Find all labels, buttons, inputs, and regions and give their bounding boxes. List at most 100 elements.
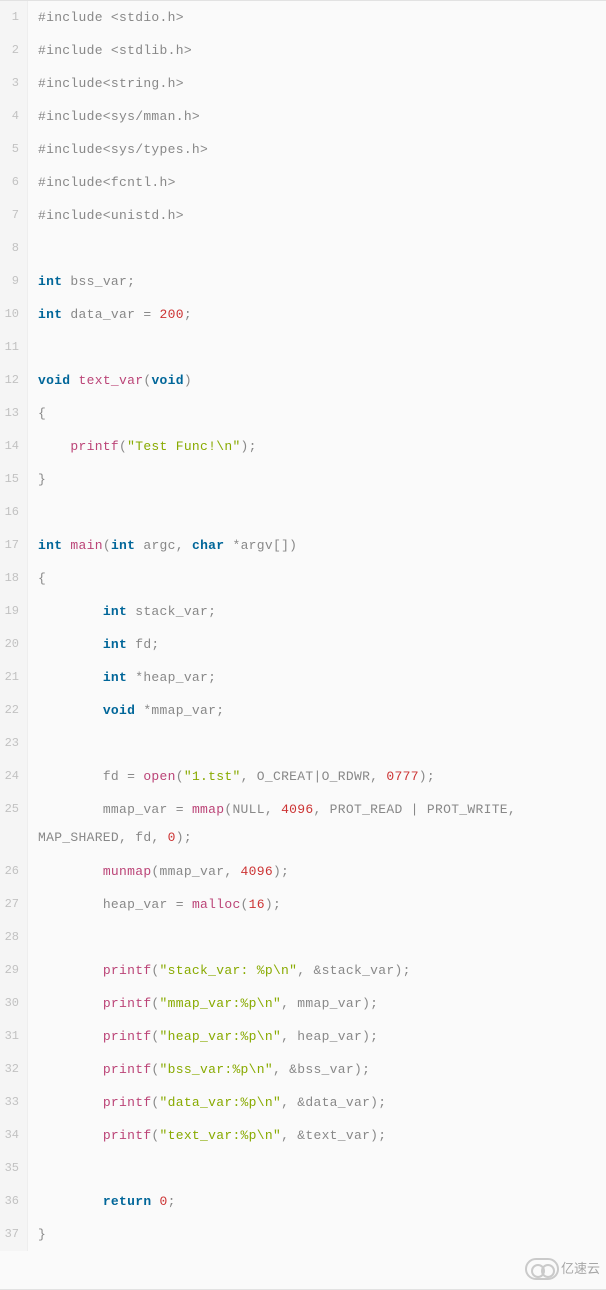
code-line: 18{ <box>0 562 606 595</box>
code-content: int main(int argc, char *argv[]) <box>28 529 606 562</box>
code-content: { <box>28 397 606 430</box>
code-block: 1#include <stdio.h>2#include <stdlib.h>3… <box>0 0 606 1290</box>
code-content <box>28 496 606 529</box>
token: mmap <box>192 802 224 817</box>
line-number: 7 <box>0 199 28 232</box>
token: munmap <box>103 864 152 879</box>
token: return <box>103 1194 152 1209</box>
token: ); <box>176 830 192 845</box>
token: 0 <box>168 830 176 845</box>
token: ( <box>151 996 159 1011</box>
token <box>70 373 78 388</box>
line-number: 24 <box>0 760 28 793</box>
token: char <box>192 538 224 553</box>
code-line: 19 int stack_var; <box>0 595 606 628</box>
token: int <box>103 670 127 685</box>
token: *heap_var; <box>127 670 216 685</box>
token: } <box>38 1227 46 1242</box>
token: ( <box>176 769 184 784</box>
code-line: 34 printf("text_var:%p\n", &text_var); <box>0 1119 606 1152</box>
code-line: 20 int fd; <box>0 628 606 661</box>
token: int <box>38 274 62 289</box>
token: #include <stdio.h> <box>38 10 184 25</box>
token: ( <box>119 439 127 454</box>
code-content: int fd; <box>28 628 606 661</box>
token: int <box>38 307 62 322</box>
token <box>38 996 103 1011</box>
code-line: 2#include <stdlib.h> <box>0 34 606 67</box>
code-line: 24 fd = open("1.tst", O_CREAT|O_RDWR, 07… <box>0 760 606 793</box>
code-content: printf("Test Func!\n"); <box>28 430 606 463</box>
line-number: 18 <box>0 562 28 595</box>
token: ( <box>103 538 111 553</box>
token: void <box>38 373 70 388</box>
token: , &text_var); <box>281 1128 386 1143</box>
token: 4096 <box>281 802 313 817</box>
token: malloc <box>192 897 241 912</box>
line-number: 37 <box>0 1218 28 1251</box>
code-line: 25 mmap_var = mmap(NULL, 4096, PROT_READ… <box>0 793 606 855</box>
code-content: { <box>28 562 606 595</box>
code-content: } <box>28 463 606 496</box>
token: fd = <box>38 769 143 784</box>
token: (mmap_var, <box>151 864 240 879</box>
code-content: #include<string.h> <box>28 67 606 100</box>
line-number: 35 <box>0 1152 28 1185</box>
token: ( <box>151 1029 159 1044</box>
token: int <box>111 538 135 553</box>
token: , mmap_var); <box>281 996 378 1011</box>
line-number: 25 <box>0 793 28 855</box>
line-number: 27 <box>0 888 28 921</box>
token <box>38 1095 103 1110</box>
token: 16 <box>249 897 265 912</box>
token: heap_var = <box>38 897 192 912</box>
code-content <box>28 1152 606 1185</box>
code-content: void text_var(void) <box>28 364 606 397</box>
code-line: 4 #include<sys/mman.h> <box>0 100 606 133</box>
line-number: 3 <box>0 67 28 100</box>
token: printf <box>103 1128 152 1143</box>
token: mmap_var = <box>38 802 192 817</box>
line-number: 8 <box>0 232 28 265</box>
code-line: 15} <box>0 463 606 496</box>
code-line: 8 <box>0 232 606 265</box>
token: #include<sys/mman.h> <box>38 109 200 124</box>
line-number: 20 <box>0 628 28 661</box>
token: ( <box>151 1095 159 1110</box>
code-line: 11 <box>0 331 606 364</box>
token: "mmap_var:%p\n" <box>160 996 282 1011</box>
line-number: 34 <box>0 1119 28 1152</box>
token <box>38 604 103 619</box>
line-number: 26 <box>0 855 28 888</box>
code-line: 12void text_var(void) <box>0 364 606 397</box>
token: bss_var; <box>62 274 135 289</box>
code-line: 21 int *heap_var; <box>0 661 606 694</box>
code-line: 9 int bss_var; <box>0 265 606 298</box>
token: } <box>38 472 46 487</box>
code-content: printf("data_var:%p\n", &data_var); <box>28 1086 606 1119</box>
token: argc, <box>135 538 192 553</box>
code-line: 35 <box>0 1152 606 1185</box>
code-content: void *mmap_var; <box>28 694 606 727</box>
code-content: fd = open("1.tst", O_CREAT|O_RDWR, 0777)… <box>28 760 606 793</box>
line-number: 2 <box>0 34 28 67</box>
line-number: 4 <box>0 100 28 133</box>
code-line: 37} <box>0 1218 606 1251</box>
code-line: 17int main(int argc, char *argv[]) <box>0 529 606 562</box>
token: ) <box>184 373 192 388</box>
line-number: 30 <box>0 987 28 1020</box>
token: printf <box>103 963 152 978</box>
line-number: 9 <box>0 265 28 298</box>
code-line: 27 heap_var = malloc(16); <box>0 888 606 921</box>
token: "heap_var:%p\n" <box>160 1029 282 1044</box>
code-content: printf("text_var:%p\n", &text_var); <box>28 1119 606 1152</box>
line-number: 32 <box>0 1053 28 1086</box>
line-number: 19 <box>0 595 28 628</box>
code-content: #include<unistd.h> <box>28 199 606 232</box>
token: , &bss_var); <box>273 1062 370 1077</box>
code-line: 5#include<sys/types.h> <box>0 133 606 166</box>
code-content <box>28 232 606 265</box>
token <box>38 703 103 718</box>
code-content: int data_var = 200; <box>28 298 606 331</box>
code-line: 32 printf("bss_var:%p\n", &bss_var); <box>0 1053 606 1086</box>
